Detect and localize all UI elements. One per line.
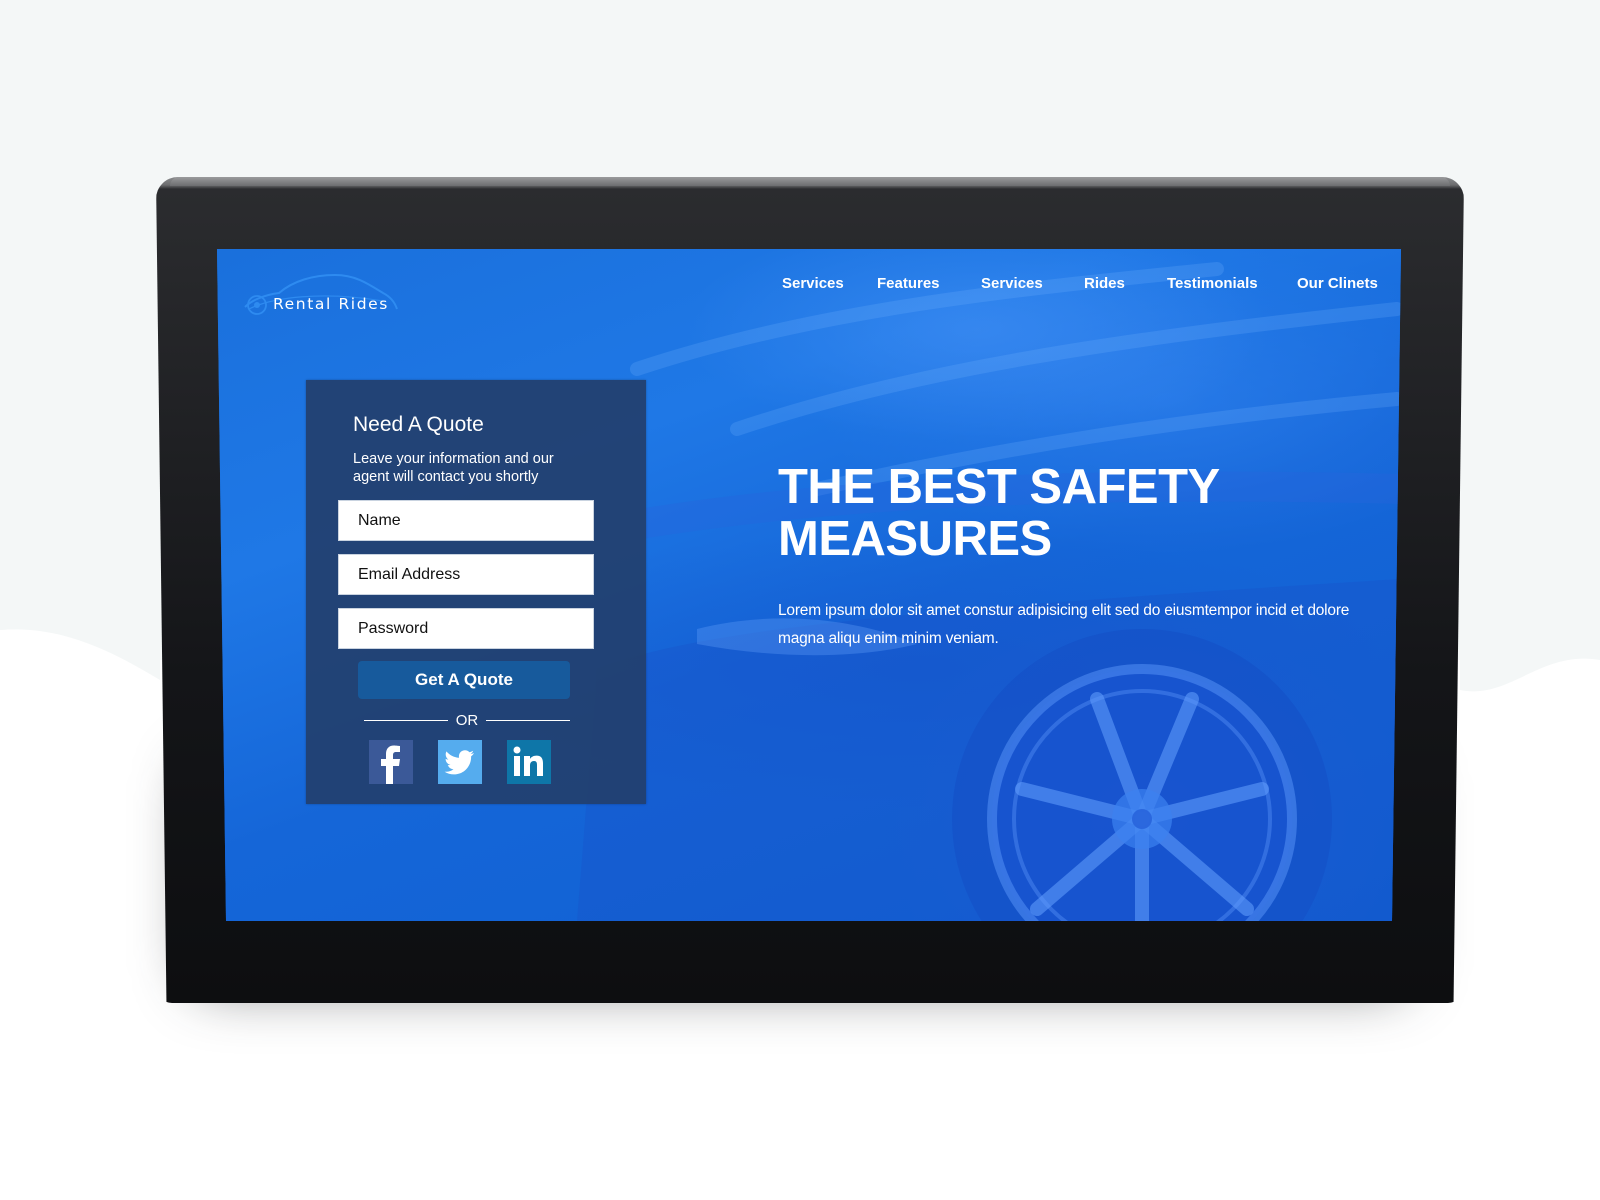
name-input[interactable]: Name [338, 500, 594, 541]
password-input[interactable]: Password [338, 608, 594, 649]
hero-title-line-1: THE BEST SAFETY [778, 460, 1220, 514]
nav-item-rides[interactable]: Rides [1084, 275, 1125, 292]
nav-item-our-clients[interactable]: Our Clinets [1297, 275, 1378, 292]
password-placeholder: Password [358, 619, 429, 637]
quote-form-title: Need A Quote [353, 413, 484, 436]
divider-line-right [486, 719, 570, 721]
website-screen: Rental Rides Services Features Services … [217, 249, 1401, 921]
or-label: OR [455, 711, 479, 729]
twitter-button[interactable] [438, 740, 482, 784]
hero-title: THE BEST SAFETY MEASURES [778, 461, 1338, 565]
nav-item-features[interactable]: Features [877, 275, 940, 292]
get-quote-button[interactable]: Get A Quote [358, 661, 570, 699]
linkedin-button[interactable] [507, 740, 551, 784]
facebook-icon [369, 740, 413, 784]
nav-item-services-2[interactable]: Services [981, 275, 1043, 292]
hero-title-line-2: MEASURES [778, 512, 1052, 566]
logo[interactable]: Rental Rides [243, 271, 423, 321]
quote-form-subtitle: Leave your information and our agent wil… [353, 451, 554, 485]
nav-item-services[interactable]: Services [782, 275, 844, 292]
twitter-icon [438, 740, 482, 784]
quote-form-panel: Need A Quote Leave your information and … [306, 380, 646, 804]
logo-text: Rental Rides [273, 295, 389, 313]
nav-item-testimonials[interactable]: Testimonials [1167, 275, 1258, 292]
divider-line-left [364, 719, 448, 721]
facebook-button[interactable] [369, 740, 413, 784]
or-divider: OR [364, 710, 570, 730]
tablet-top-edge [170, 177, 1450, 186]
email-input[interactable]: Email Address [338, 554, 594, 595]
linkedin-icon [507, 740, 551, 784]
name-placeholder: Name [358, 511, 401, 529]
email-placeholder: Email Address [358, 565, 461, 583]
hero-description: Lorem ipsum dolor sit amet constur adipi… [778, 602, 1350, 647]
